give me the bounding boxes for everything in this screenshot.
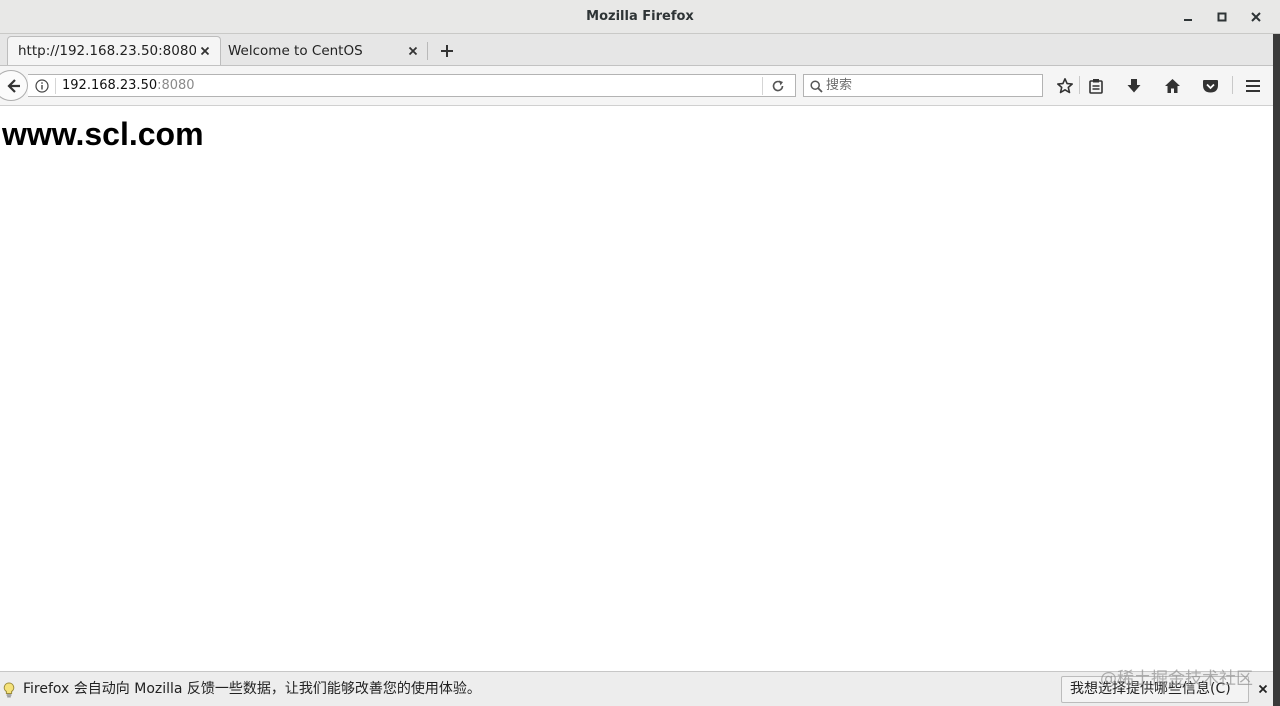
url-port: :8080 bbox=[157, 78, 195, 93]
tab-divider bbox=[427, 42, 428, 60]
pocket-icon[interactable] bbox=[1199, 75, 1221, 97]
tab-centos[interactable]: Welcome to CentOS bbox=[222, 36, 428, 65]
window-edge bbox=[1273, 34, 1280, 706]
tab-localhost[interactable]: http://192.168.23.50:8080/ bbox=[7, 36, 221, 65]
back-arrow-icon[interactable] bbox=[0, 70, 28, 101]
url-text[interactable]: 192.168.23.50:8080 bbox=[62, 75, 195, 96]
toolbar-divider bbox=[1079, 76, 1080, 94]
minimize-icon[interactable] bbox=[1177, 6, 1199, 28]
url-bar[interactable]: 192.168.23.50:8080 bbox=[28, 74, 796, 97]
tab-label: Welcome to CentOS bbox=[228, 42, 363, 59]
reload-icon[interactable] bbox=[768, 77, 788, 95]
search-input[interactable] bbox=[826, 76, 1036, 95]
url-divider bbox=[55, 78, 56, 94]
hamburger-menu-icon[interactable] bbox=[1242, 75, 1264, 97]
notification-bar: Firefox 会自动向 Mozilla 反馈一些数据，让我们能够改善您的使用体… bbox=[0, 671, 1273, 706]
notification-close-icon[interactable] bbox=[1255, 681, 1271, 697]
search-bar[interactable] bbox=[803, 74, 1043, 97]
info-icon[interactable] bbox=[34, 78, 50, 94]
clipboard-icon[interactable] bbox=[1085, 75, 1107, 97]
tab-strip: http://192.168.23.50:8080/ Welcome to Ce… bbox=[0, 34, 1273, 66]
new-tab-plus-icon[interactable] bbox=[436, 40, 458, 62]
tab-close-icon[interactable] bbox=[404, 42, 422, 60]
page-heading: www.scl.com bbox=[2, 116, 204, 152]
notification-message: Firefox 会自动向 Mozilla 反馈一些数据，让我们能够改善您的使用体… bbox=[23, 681, 481, 697]
download-icon[interactable] bbox=[1123, 75, 1145, 97]
window-titlebar[interactable]: Mozilla Firefox bbox=[0, 0, 1280, 34]
tab-close-icon[interactable] bbox=[196, 42, 214, 60]
lightbulb-icon bbox=[2, 682, 16, 698]
url-host: 192.168.23.50 bbox=[62, 78, 158, 93]
home-icon[interactable] bbox=[1161, 75, 1183, 97]
tab-label: http://192.168.23.50:8080/ bbox=[18, 43, 196, 59]
maximize-icon[interactable] bbox=[1211, 6, 1233, 28]
toolbar-divider bbox=[1232, 76, 1233, 94]
star-icon[interactable] bbox=[1054, 75, 1076, 97]
navigation-toolbar: 192.168.23.50:8080 bbox=[0, 66, 1273, 106]
choose-data-button[interactable]: 我想选择提供哪些信息(C) bbox=[1061, 676, 1249, 703]
search-icon[interactable] bbox=[808, 78, 824, 94]
page-content: www.scl.com bbox=[0, 106, 1273, 671]
window-title: Mozilla Firefox bbox=[586, 9, 694, 24]
reload-divider bbox=[762, 77, 763, 95]
close-icon[interactable] bbox=[1245, 6, 1267, 28]
